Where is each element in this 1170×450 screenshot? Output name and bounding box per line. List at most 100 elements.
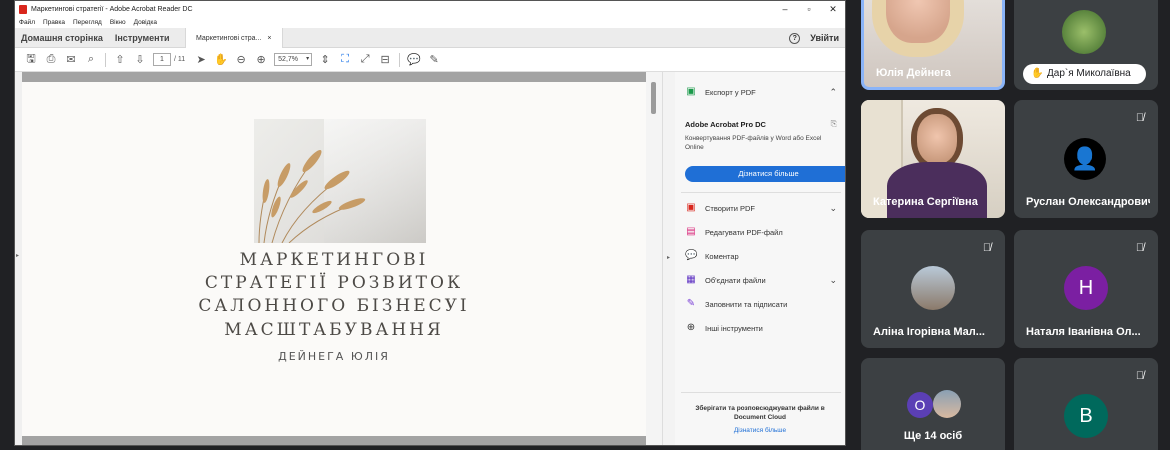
expand-left-icon[interactable]: ▸: [16, 252, 19, 259]
raised-hand-icon: ✋: [1031, 68, 1044, 79]
email-icon[interactable]: ✉: [61, 53, 81, 66]
document-title-line: СТРАТЕГІЇ РОЗВИТОК: [204, 273, 464, 293]
tool-item[interactable]: ⊕ Інші інструменти: [685, 320, 841, 336]
zoom-in-icon[interactable]: ⊕: [251, 53, 271, 66]
participant-name: Юлія Дейнега: [876, 67, 951, 79]
panel-divider: [681, 392, 841, 393]
document-viewport[interactable]: ▸ МАРКЕТИНГОВІ СТРАТЕГІЇ РОЗВИТОК САЛОНН…: [15, 72, 662, 445]
participant-face: [917, 114, 957, 164]
close-tab-icon[interactable]: ×: [267, 35, 271, 42]
select-tool-icon[interactable]: ➤: [191, 53, 211, 66]
participant-photo: [911, 266, 955, 310]
participant-name: Дар`я Миколаївна: [1047, 68, 1131, 79]
document-tab-label: Маркетингові стра...: [196, 34, 262, 42]
tool-label: Об'єднати файли: [705, 275, 766, 285]
participant-tile-video[interactable]: Катерина Сергіївна: [861, 100, 1005, 218]
participant-tile[interactable]: 🎙̸ Н Наталя Іванівна Ол...: [1014, 230, 1158, 348]
fill-sign-icon: ✎: [686, 298, 696, 309]
sign-in-button[interactable]: Увійти: [810, 33, 839, 43]
participant-tile[interactable]: 🎙̸ 👤 Руслан Олександрович: [1014, 100, 1158, 218]
tab-home[interactable]: Домашня сторінка: [15, 28, 109, 48]
menu-window[interactable]: Вікно: [110, 19, 126, 26]
tool-item[interactable]: ✎ Заповнити та підписати: [685, 296, 841, 312]
zoom-out-icon[interactable]: ⊖: [231, 53, 251, 66]
tool-item[interactable]: ▦ Об'єднати файли ⌄: [685, 272, 841, 288]
combine-files-icon: ▦: [686, 274, 696, 285]
pdf-page: МАРКЕТИНГОВІ СТРАТЕГІЇ РОЗВИТОК САЛОННОГ…: [22, 82, 646, 436]
tool-item[interactable]: 💬 Коментар: [685, 248, 841, 264]
menu-help[interactable]: Довідка: [134, 19, 157, 26]
print-icon[interactable]: ⎙: [41, 53, 61, 66]
mic-off-icon: 🎙̸: [1135, 112, 1145, 124]
page-up-icon[interactable]: ⇧: [110, 53, 130, 66]
close-button[interactable]: ✕: [821, 1, 845, 17]
promo-title: Adobe Acrobat Pro DC: [685, 120, 766, 129]
search-icon[interactable]: ⌕: [81, 53, 101, 66]
zoom-select[interactable]: 52,7%: [274, 53, 313, 66]
participant-tile-video[interactable]: Юлія Дейнега: [861, 0, 1005, 90]
menu-view[interactable]: Перегляд: [73, 19, 102, 26]
maximize-button[interactable]: ▫: [797, 1, 821, 17]
chevron-up-icon[interactable]: ⌃: [829, 87, 837, 98]
toolbar-divider: [105, 52, 106, 67]
participant-name: Аліна Ігорівна Мал...: [873, 326, 985, 338]
window-title: Маркетингові стратегії - Adobe Acrobat R…: [31, 5, 193, 13]
minimize-button[interactable]: –: [773, 1, 797, 17]
edit-pdf-icon: ▤: [686, 226, 696, 237]
participant-avatar: О: [907, 392, 933, 418]
left-panel-toggle[interactable]: ▸: [15, 72, 22, 445]
hand-tool-icon[interactable]: ✋: [211, 53, 231, 66]
menu-edit[interactable]: Правка: [43, 19, 65, 26]
tool-label: Заповнити та підписати: [705, 299, 788, 309]
document-cloud-link[interactable]: Дізнатися більше: [685, 427, 835, 434]
tool-item[interactable]: ▤ Редагувати PDF-файл: [685, 224, 841, 240]
export-pdf-label: Експорт у PDF: [705, 87, 756, 97]
save-icon[interactable]: 🖫: [21, 50, 41, 69]
more-participants-label: Ще 14 осіб: [903, 430, 963, 442]
more-participants-tile[interactable]: О Ще 14 осіб: [861, 358, 1005, 450]
page-number-input[interactable]: 1: [153, 53, 171, 66]
pen-tool-icon[interactable]: ✎: [424, 53, 444, 66]
tab-tools[interactable]: Інструменти: [109, 28, 176, 48]
menu-bar: Файл Правка Перегляд Вікно Довідка: [15, 17, 845, 28]
participant-avatar: Н: [1064, 266, 1108, 310]
help-icon[interactable]: ?: [789, 32, 801, 44]
fit-width-icon[interactable]: ⛶: [335, 53, 355, 66]
full-screen-icon[interactable]: ⤢: [355, 53, 375, 66]
tab-document[interactable]: Маркетингові стра... ×: [185, 28, 283, 48]
panel-divider: [681, 192, 841, 193]
tool-label: Інші інструменти: [705, 323, 763, 333]
collapse-panel-icon[interactable]: ▸: [667, 254, 670, 261]
participant-name: Наталя Іванівна Ол...: [1026, 326, 1141, 338]
export-pdf-item[interactable]: ▣ Експорт у PDF ⌃: [685, 84, 841, 100]
tool-label: Редагувати PDF-файл: [705, 227, 783, 237]
chevron-down-icon[interactable]: ⌄: [829, 275, 837, 286]
fit-page-icon[interactable]: ⇕: [315, 53, 335, 66]
participant-tile[interactable]: 🎙̸ Аліна Ігорівна Мал...: [861, 230, 1005, 348]
chevron-down-icon[interactable]: ⌄: [829, 203, 837, 214]
tools-panel: ▣ Експорт у PDF ⌃ Adobe Acrobat Pro DC ⎘…: [675, 72, 845, 445]
title-bar: Маркетингові стратегії - Adobe Acrobat R…: [15, 1, 845, 17]
scrollbar-thumb[interactable]: [651, 82, 656, 114]
participant-name-pill: ✋ Дар`я Миколаївна: [1023, 64, 1146, 84]
participant-tile[interactable]: 🎙̸ В: [1014, 358, 1158, 450]
page-total: / 11: [174, 56, 186, 63]
page-down-icon[interactable]: ⇩: [130, 53, 150, 66]
learn-more-button[interactable]: Дізнатися більше: [685, 166, 845, 182]
link-icon: ⎘: [830, 119, 837, 128]
toolbar: 🖫 ⎙ ✉ ⌕ ⇧ ⇩ 1 / 11 ➤ ✋ ⊖ ⊕ 52,7% ⇕ ⛶ ⤢ ⊟…: [15, 48, 845, 72]
vertical-scrollbar[interactable]: [646, 72, 662, 445]
read-mode-icon[interactable]: ⊟: [375, 53, 395, 66]
tool-item[interactable]: ▣ Створити PDF ⌄: [685, 200, 841, 216]
participant-name: Катерина Сергіївна: [873, 196, 978, 208]
tabs-bar: Домашня сторінка Інструменти Маркетингов…: [15, 28, 845, 48]
participant-avatar: 👤: [1064, 138, 1106, 180]
comment-tool-icon[interactable]: 💬: [404, 53, 424, 66]
menu-file[interactable]: Файл: [19, 19, 35, 26]
promo-text: Конвертування PDF-файлів у Word або Exce…: [685, 135, 822, 151]
tool-label: Коментар: [705, 251, 739, 261]
cover-image: [254, 119, 426, 243]
work-area: ▸ МАРКЕТИНГОВІ СТРАТЕГІЇ РОЗВИТОК САЛОНН…: [15, 72, 845, 445]
panel-splitter[interactable]: ▸: [662, 72, 675, 445]
participant-name: Руслан Олександрович: [1026, 196, 1150, 208]
